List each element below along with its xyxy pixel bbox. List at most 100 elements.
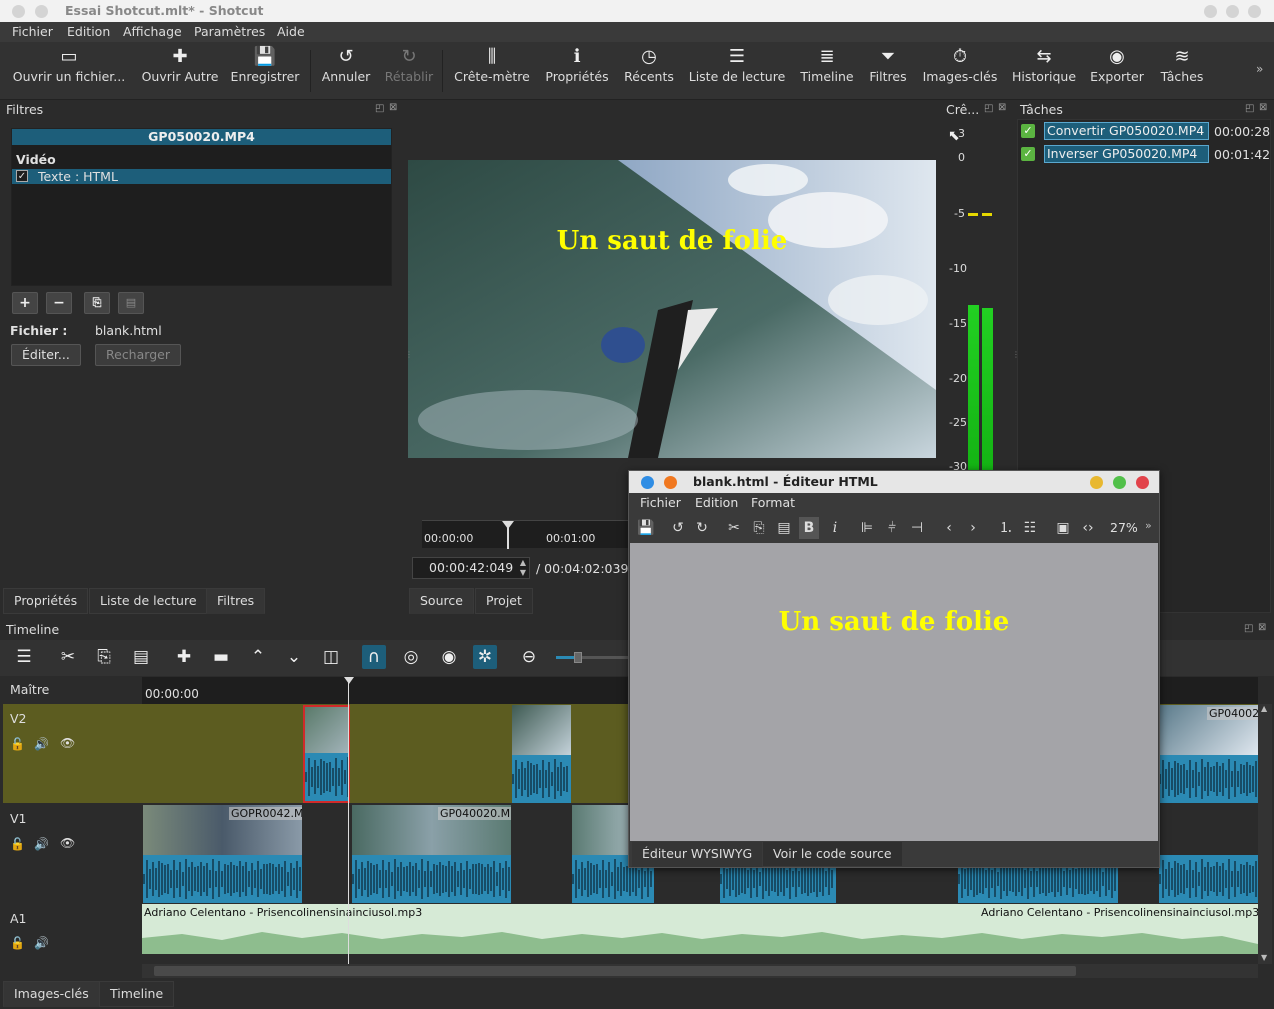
editor-undo-icon[interactable]: ↺: [668, 517, 688, 539]
cut-icon[interactable]: ✂: [56, 645, 80, 669]
timeline-playhead[interactable]: [348, 677, 349, 965]
filters-button[interactable]: ⏷ Filtres: [864, 42, 912, 100]
lock-icon-a1[interactable]: 🔓: [10, 936, 25, 950]
editor-save-icon[interactable]: 💾: [636, 517, 656, 539]
reload-button[interactable]: Recharger: [95, 344, 181, 366]
window-close-dot[interactable]: [12, 5, 25, 18]
lift-icon[interactable]: ⌃: [246, 645, 270, 669]
editor-align-center-icon[interactable]: ⫩: [882, 517, 902, 539]
tab-timeline[interactable]: Timeline: [99, 981, 175, 1007]
overwrite-icon[interactable]: ⌄: [282, 645, 306, 669]
split-icon[interactable]: ◫: [319, 645, 343, 669]
editor-menu-dot[interactable]: [641, 476, 654, 489]
timeline-float-icon[interactable]: ◰: [1244, 623, 1253, 634]
html-editor-canvas[interactable]: Un saut de folie: [630, 543, 1158, 841]
editor-menu-fichier[interactable]: Fichier: [640, 495, 681, 510]
splitter-handle-right[interactable]: ⋮: [1012, 350, 1020, 359]
export-button[interactable]: ◉ Exporter: [1086, 42, 1148, 100]
editor-minimize-button[interactable]: [1090, 476, 1103, 489]
zoom-slider[interactable]: [556, 652, 628, 663]
snap-icon[interactable]: ∩: [362, 645, 386, 669]
remove-icon[interactable]: ▬: [209, 645, 233, 669]
timeline-menu-icon[interactable]: ☰: [12, 645, 36, 669]
timeline-vscrollbar[interactable]: ▲ ▼: [1258, 704, 1272, 964]
toolbar-overflow-icon[interactable]: »: [1256, 62, 1263, 76]
save-button[interactable]: 💾 Enregistrer: [226, 42, 304, 100]
open-other-button[interactable]: ✚ Ouvrir Autre: [136, 42, 224, 100]
menu-edition[interactable]: Edition: [67, 24, 110, 39]
hscroll-thumb[interactable]: [154, 966, 1076, 976]
menu-aide[interactable]: Aide: [277, 24, 305, 39]
editor-code-icon[interactable]: ‹›: [1078, 517, 1098, 539]
tab-liste-lecture[interactable]: Liste de lecture: [89, 588, 208, 614]
ripple-all-icon[interactable]: ✲: [473, 645, 497, 669]
timeline-close-icon[interactable]: ⊠: [1258, 622, 1266, 633]
tasks-close-icon[interactable]: ⊠: [1259, 102, 1267, 113]
eye-icon[interactable]: 👁: [60, 736, 75, 750]
track-header-v1[interactable]: V1 🔓 🔊 👁: [3, 804, 142, 903]
mute-icon[interactable]: 🔊: [34, 737, 49, 751]
spin-arrows-icon[interactable]: ▲ ▼: [520, 558, 526, 578]
keyframes-button[interactable]: ⏱ Images-clés: [916, 42, 1004, 100]
editor-bold-icon[interactable]: B: [799, 517, 819, 539]
menu-affichage[interactable]: Affichage: [123, 24, 182, 39]
tab-filtres[interactable]: Filtres: [206, 588, 266, 614]
task-item-reverse[interactable]: Inverser GP050020.MP4: [1044, 145, 1209, 163]
master-track-header[interactable]: Maître: [3, 677, 142, 704]
jobs-button[interactable]: ≋ Tâches: [1152, 42, 1212, 100]
tab-images-cles[interactable]: Images-clés: [3, 981, 100, 1007]
add-filter-button[interactable]: +: [12, 292, 38, 314]
editor-pin-dot[interactable]: [664, 476, 677, 489]
timeline-button[interactable]: ≣ Timeline: [794, 42, 860, 100]
editor-image-icon[interactable]: ▣: [1053, 517, 1073, 539]
filter-checkbox[interactable]: ✓: [16, 170, 28, 182]
mute-icon-a1[interactable]: 🔊: [34, 936, 49, 950]
menu-parametres[interactable]: Paramètres: [194, 24, 265, 39]
track-header-v2[interactable]: V2 🔓 🔊 👁: [3, 704, 142, 803]
mute-icon-v1[interactable]: 🔊: [34, 837, 49, 851]
position-spinbox[interactable]: 00:00:42:049 ▲ ▼: [412, 557, 530, 579]
editor-overflow-icon[interactable]: »: [1145, 519, 1152, 532]
lock-icon[interactable]: 🔓: [10, 737, 25, 751]
clip-v2-2[interactable]: [512, 705, 571, 803]
edit-button[interactable]: Éditer...: [11, 344, 81, 366]
eye-icon-v1[interactable]: 👁: [60, 836, 75, 850]
editor-menu-format[interactable]: Format: [751, 495, 795, 510]
clip-v1-2[interactable]: GP040020.M: [352, 805, 511, 903]
window-min-button[interactable]: [1204, 5, 1217, 18]
remove-filter-button[interactable]: −: [46, 292, 72, 314]
window-close-button[interactable]: [1248, 5, 1261, 18]
append-icon[interactable]: ✚: [172, 645, 196, 669]
editor-outdent-icon[interactable]: ‹: [939, 517, 959, 539]
copy-icon[interactable]: ⎘: [92, 645, 116, 669]
editor-numbered-list-icon[interactable]: ⒈: [996, 517, 1016, 539]
timeline-hscrollbar[interactable]: [142, 964, 1258, 978]
history-button[interactable]: ⇆ Historique: [1008, 42, 1080, 100]
open-file-button[interactable]: ▭ Ouvrir un fichier...: [8, 42, 130, 100]
task-item-convert[interactable]: Convertir GP050020.MP4: [1044, 122, 1209, 140]
zoom-out-icon[interactable]: ⊖: [517, 645, 541, 669]
close-icon[interactable]: ⊠: [389, 102, 397, 113]
window-max-button[interactable]: [1226, 5, 1239, 18]
editor-align-left-icon[interactable]: ⊫: [857, 517, 877, 539]
track-a1[interactable]: Adriano Celentano - Prisencolinensinainc…: [142, 904, 1259, 954]
tab-source-code[interactable]: Voir le code source: [762, 841, 903, 867]
editor-cut-icon[interactable]: ✂: [724, 517, 744, 539]
meter-float-icon[interactable]: ◰: [984, 103, 993, 114]
properties-button[interactable]: ℹ Propriétés: [540, 42, 614, 100]
peak-meter-button[interactable]: ⫼ Crête-mètre: [448, 42, 536, 100]
scrub-icon[interactable]: ◎: [399, 645, 423, 669]
window-minimize-dot[interactable]: [35, 5, 48, 18]
playlist-button[interactable]: ☰ Liste de lecture: [684, 42, 790, 100]
editor-align-right-icon[interactable]: ⊣: [907, 517, 927, 539]
video-preview[interactable]: Un saut de folie: [408, 160, 936, 458]
editor-menu-edition[interactable]: Edition: [695, 495, 738, 510]
tab-projet[interactable]: Projet: [475, 588, 533, 614]
redo-button[interactable]: ↻ Rétablir: [380, 42, 438, 100]
editor-paste-icon[interactable]: ▤: [774, 517, 794, 539]
scroll-down-icon[interactable]: ▼: [1261, 953, 1267, 962]
clip-v2-selected[interactable]: [303, 705, 350, 803]
editor-zoom-value[interactable]: 27%: [1110, 520, 1138, 535]
player-ruler[interactable]: 00:00:00 00:01:00: [422, 520, 628, 549]
editor-content-text[interactable]: Un saut de folie: [630, 607, 1158, 637]
